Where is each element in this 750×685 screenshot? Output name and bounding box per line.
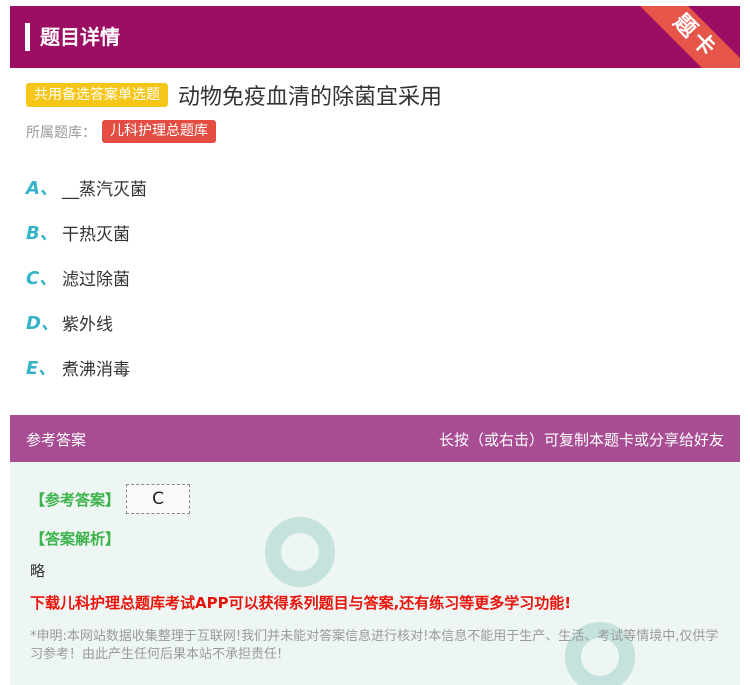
- question-bank-line: 所属题库： 儿科护理总题库: [26, 120, 216, 143]
- analysis-text: 略: [30, 562, 46, 580]
- analysis-label: 【答案解析】: [30, 530, 121, 548]
- option-text: 滤过除菌: [62, 269, 130, 290]
- reference-answer-row: 【参考答案】 C: [30, 484, 191, 514]
- option-letter: C、: [26, 268, 58, 289]
- option-e[interactable]: E、 煮沸消毒: [26, 352, 130, 382]
- option-letter: D、: [26, 313, 59, 334]
- option-text: 干热灭菌: [62, 224, 130, 245]
- header-bar: 题目详情 题卡: [10, 6, 740, 68]
- bank-label: 所属题库：: [26, 124, 96, 141]
- title-accent-bar: [25, 23, 30, 51]
- corner-ribbon: 题卡: [630, 6, 740, 68]
- bank-name-badge[interactable]: 儿科护理总题库: [102, 120, 216, 143]
- option-text: 紫外线: [62, 314, 113, 335]
- option-letter: E、: [26, 358, 57, 379]
- reference-answer-value: C: [126, 484, 191, 514]
- question-text: 动物免疫血清的除菌宜采用: [178, 85, 443, 110]
- option-letter: B、: [26, 223, 58, 244]
- question-line: 共用备选答案单选题 动物免疫血清的除菌宜采用: [26, 78, 442, 112]
- page-title: 题目详情: [40, 25, 120, 49]
- option-letter: A、: [26, 178, 58, 199]
- option-a[interactable]: A、 __蒸汽灭菌: [26, 172, 147, 202]
- app-download-link[interactable]: 下载儿科护理总题库考试APP可以获得系列题目与答案,还有练习等更多学习功能!: [30, 592, 571, 613]
- ribbon-label: 题卡: [630, 6, 740, 68]
- option-c[interactable]: C、 滤过除菌: [26, 262, 130, 292]
- share-hint: 长按（或右击）可复制本题卡或分享给好友: [438, 431, 724, 449]
- disclaimer-text: *申明:本网站数据收集整理于互联网!我们并未能对答案信息进行核对!本信息不能用于…: [30, 629, 719, 662]
- answer-panel: 【参考答案】 C 【答案解析】 略 下载儿科护理总题库考试APP可以获得系列题目…: [10, 462, 740, 685]
- option-d[interactable]: D、 紫外线: [26, 307, 113, 337]
- question-type-badge: 共用备选答案单选题: [26, 83, 168, 107]
- option-text: __蒸汽灭菌: [62, 179, 147, 200]
- answer-bar-title: 参考答案: [26, 431, 87, 449]
- option-text: 煮沸消毒: [62, 359, 130, 380]
- option-b[interactable]: B、 干热灭菌: [26, 217, 130, 247]
- reference-answer-label: 【参考答案】: [30, 490, 121, 509]
- answer-header-bar: 参考答案 长按（或右击）可复制本题卡或分享给好友: [10, 415, 740, 462]
- analysis-row: 【答案解析】: [30, 528, 120, 549]
- watermark-logo-icon: [265, 517, 335, 587]
